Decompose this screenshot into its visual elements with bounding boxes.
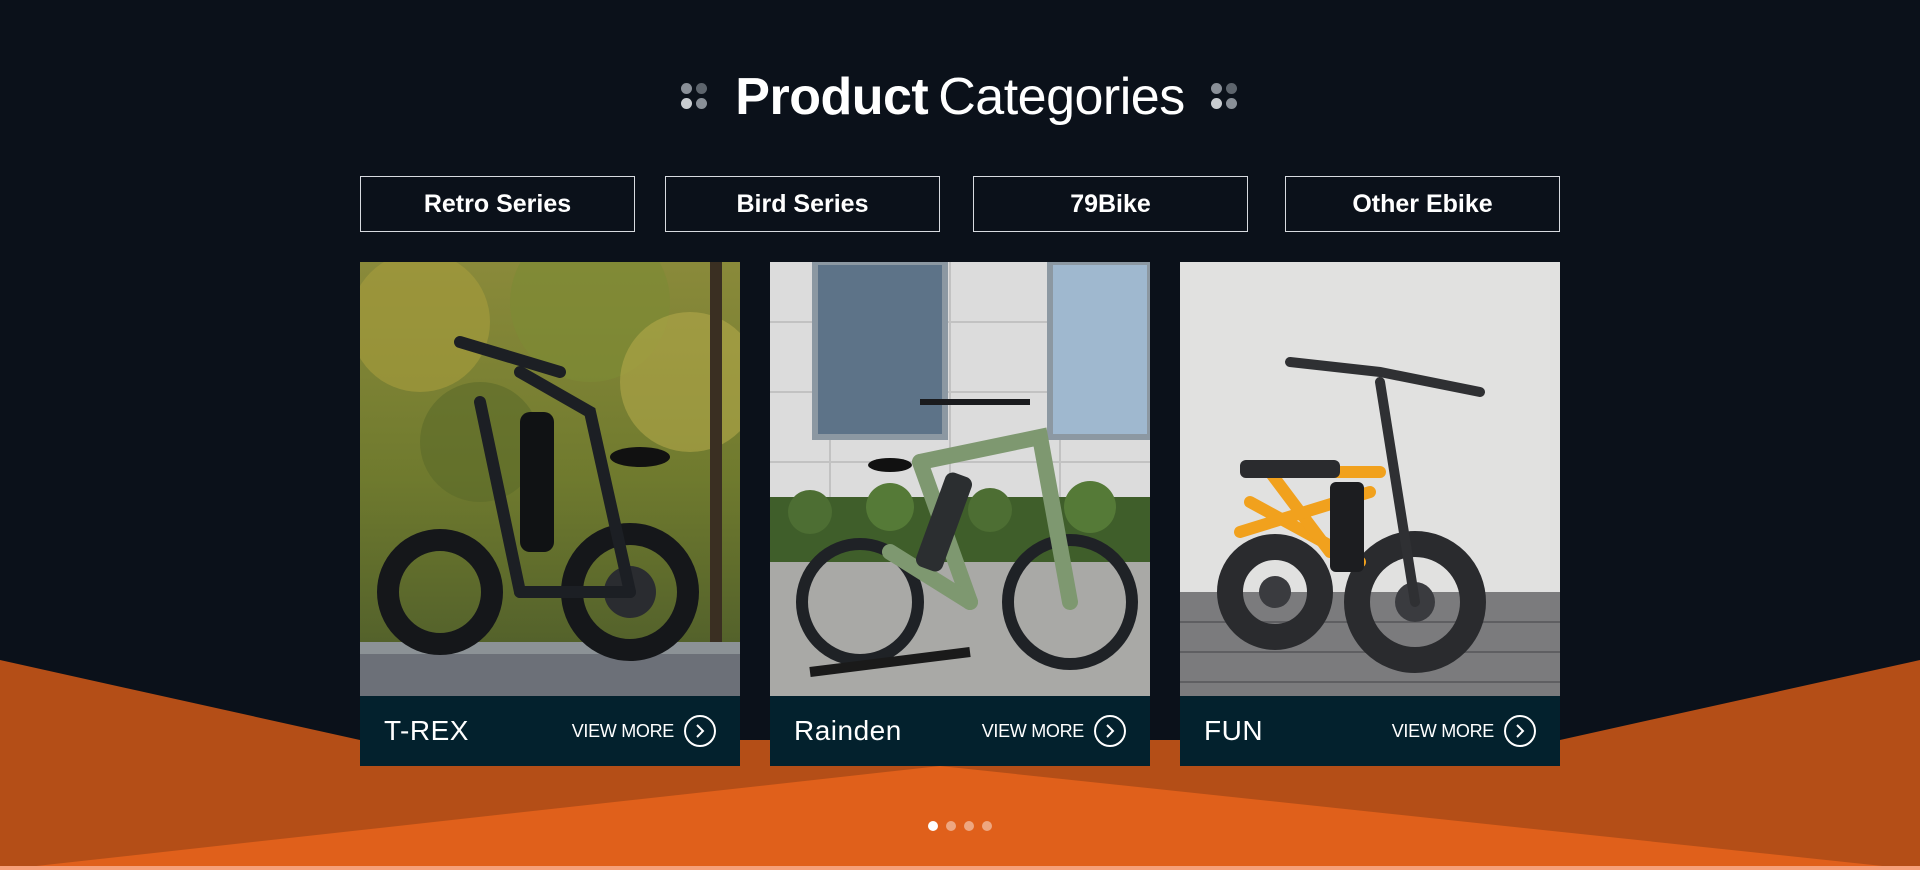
title-bold: Product <box>735 68 929 126</box>
card-footer: Rainden VIEW MORE <box>770 696 1150 766</box>
section-header: Product Categories <box>0 62 1920 132</box>
card-footer: T-REX VIEW MORE <box>360 696 740 766</box>
circle-arrow-right-icon <box>1504 715 1536 747</box>
tab-79bike[interactable]: 79Bike <box>973 176 1248 232</box>
dots-decoration-icon <box>681 83 709 111</box>
product-image[interactable] <box>360 262 740 696</box>
view-more-label: VIEW MORE <box>981 720 1085 741</box>
product-image[interactable] <box>770 262 1150 696</box>
carousel-pagination <box>0 821 1920 831</box>
view-more-button[interactable]: VIEW MORE <box>572 715 716 747</box>
tab-bird-series[interactable]: Bird Series <box>665 176 940 232</box>
product-name: FUN <box>1204 715 1264 746</box>
pagination-dot[interactable] <box>964 821 974 831</box>
product-name: Rainden <box>794 715 902 746</box>
pagination-dot[interactable] <box>928 821 938 831</box>
tab-retro-series[interactable]: Retro Series <box>360 176 635 232</box>
product-name: T-REX <box>384 715 469 746</box>
product-card-t-rex[interactable]: T-REX VIEW MORE <box>360 262 740 766</box>
tab-other-ebike[interactable]: Other Ebike <box>1285 176 1560 232</box>
product-card-fun[interactable]: FUN VIEW MORE <box>1180 262 1560 766</box>
product-cards: T-REX VIEW MORE Rainden VIEW MORE FUN VI… <box>0 262 1920 766</box>
view-more-button[interactable]: VIEW MORE <box>982 715 1126 747</box>
dots-decoration-icon <box>1210 83 1239 111</box>
view-more-button[interactable]: VIEW MORE <box>1392 715 1536 747</box>
bottom-divider <box>0 866 1920 870</box>
pagination-dot[interactable] <box>982 821 992 831</box>
pagination-dot[interactable] <box>946 821 956 831</box>
product-card-rainden[interactable]: Rainden VIEW MORE <box>770 262 1150 766</box>
page-title: Product Categories <box>735 62 1185 132</box>
title-light: Categories <box>938 68 1185 126</box>
view-more-label: VIEW MORE <box>571 720 675 741</box>
view-more-label: VIEW MORE <box>1391 720 1495 741</box>
circle-arrow-right-icon <box>1094 715 1126 747</box>
product-image[interactable] <box>1180 262 1560 696</box>
circle-arrow-right-icon <box>684 715 716 747</box>
category-tabs: Retro Series Bird Series 79Bike Other Eb… <box>0 176 1920 232</box>
card-footer: FUN VIEW MORE <box>1180 696 1560 766</box>
